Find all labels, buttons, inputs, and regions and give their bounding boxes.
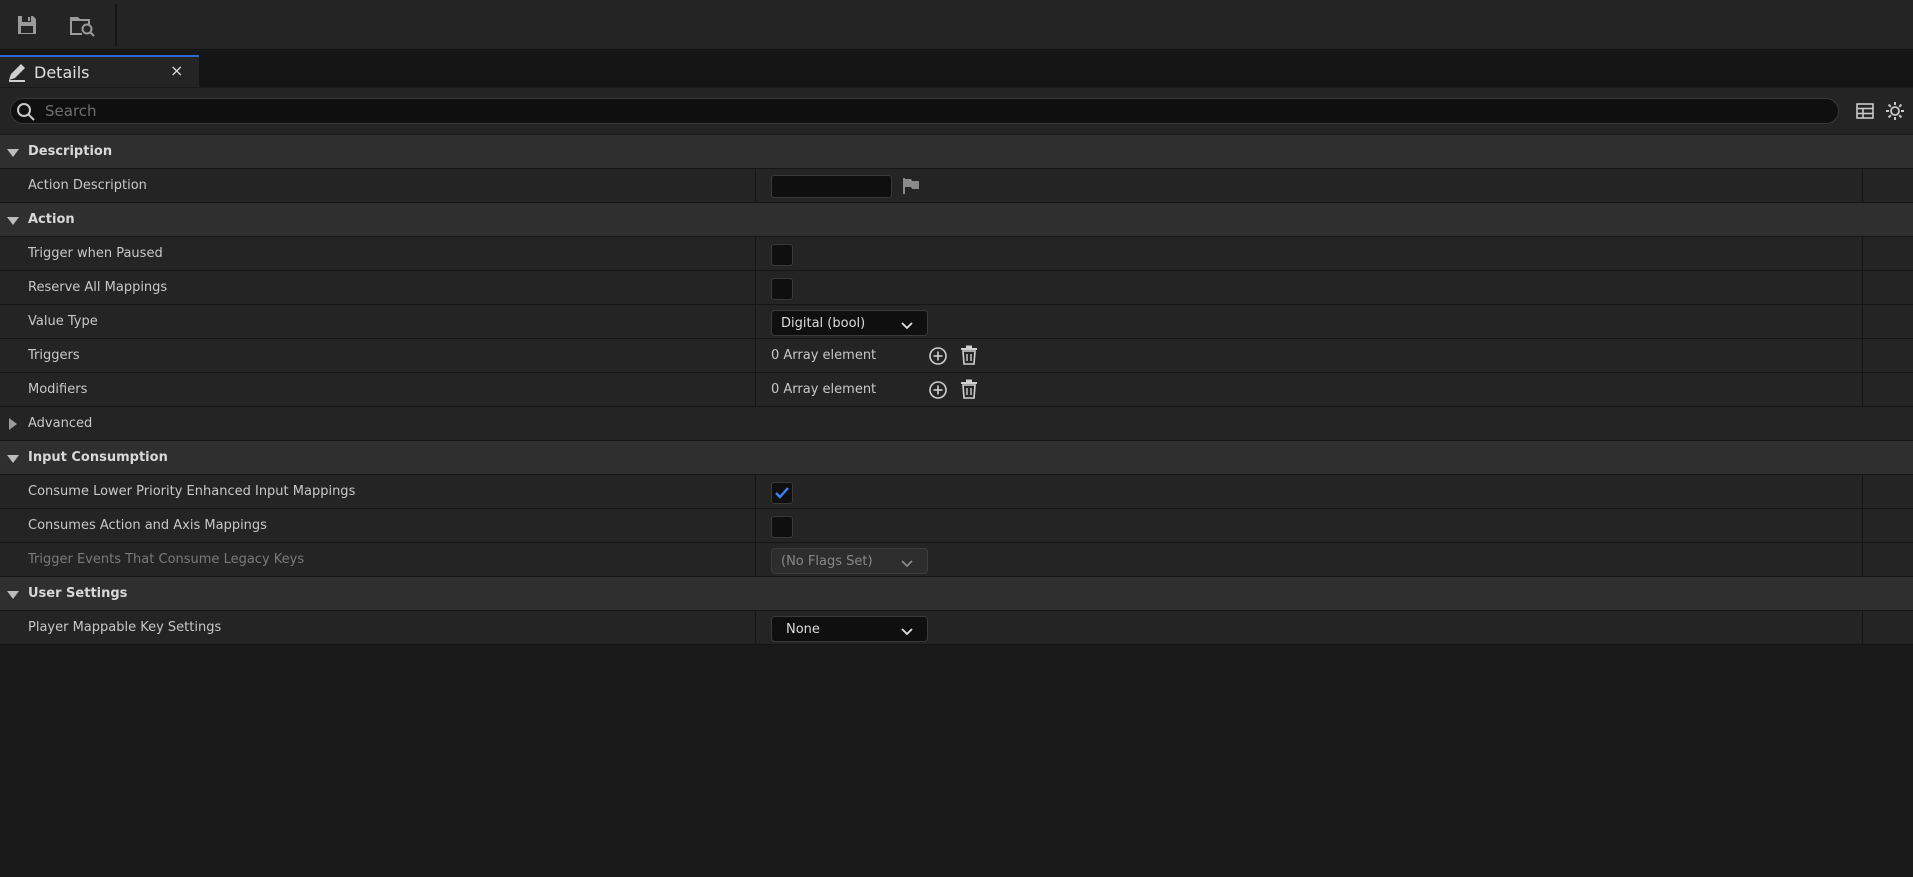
column-divider bbox=[1862, 169, 1863, 202]
advanced-expander[interactable]: Advanced bbox=[0, 407, 1913, 441]
search-bar bbox=[0, 88, 1913, 134]
property-label: Trigger when Paused bbox=[28, 246, 163, 261]
chevron-right-icon bbox=[8, 417, 18, 435]
chevron-down-icon bbox=[901, 625, 913, 640]
column-divider bbox=[1862, 373, 1863, 406]
player-mappable-key-settings-dropdown[interactable]: None bbox=[771, 616, 928, 642]
value-type-dropdown[interactable]: Digital (bool) bbox=[771, 310, 928, 336]
property-row-consumes-action-axis: Consumes Action and Axis Mappings bbox=[0, 509, 1913, 543]
property-row-reserve-all-mappings: Reserve All Mappings bbox=[0, 271, 1913, 305]
property-label: Consume Lower Priority Enhanced Input Ma… bbox=[28, 484, 356, 499]
add-element-icon[interactable] bbox=[928, 380, 948, 404]
chevron-down-icon bbox=[6, 215, 20, 230]
property-row-trigger-events-legacy: Trigger Events That Consume Legacy Keys … bbox=[0, 543, 1913, 577]
trash-icon[interactable] bbox=[960, 345, 978, 369]
column-divider bbox=[1862, 475, 1863, 508]
property-row-trigger-when-paused: Trigger when Paused bbox=[0, 237, 1913, 271]
column-divider bbox=[755, 611, 756, 644]
column-divider bbox=[755, 543, 756, 576]
category-label: User Settings bbox=[28, 586, 128, 601]
close-icon[interactable]: × bbox=[170, 61, 183, 80]
column-divider bbox=[755, 475, 756, 508]
action-description-input[interactable] bbox=[771, 175, 892, 198]
array-count: 0 Array element bbox=[771, 348, 877, 363]
dropdown-value: None bbox=[786, 622, 820, 637]
search-field[interactable] bbox=[10, 98, 1839, 124]
column-divider bbox=[755, 237, 756, 270]
property-row-triggers: Triggers 0 Array element bbox=[0, 339, 1913, 373]
search-input[interactable] bbox=[45, 100, 1825, 122]
property-row-modifiers: Modifiers 0 Array element bbox=[0, 373, 1913, 407]
tab-details[interactable]: Details × bbox=[0, 55, 199, 87]
reserve-all-mappings-checkbox[interactable] bbox=[771, 278, 793, 300]
property-label: Action Description bbox=[28, 178, 147, 193]
trash-icon[interactable] bbox=[960, 379, 978, 403]
property-label: Consumes Action and Axis Mappings bbox=[28, 518, 267, 533]
category-action[interactable]: Action bbox=[0, 203, 1913, 237]
column-divider bbox=[755, 339, 756, 372]
property-label: Modifiers bbox=[28, 382, 88, 397]
column-divider bbox=[1862, 237, 1863, 270]
chevron-down-icon bbox=[6, 147, 20, 162]
save-button[interactable] bbox=[10, 8, 44, 42]
property-row-action-description: Action Description bbox=[0, 169, 1913, 203]
column-divider bbox=[1862, 339, 1863, 372]
column-divider bbox=[1862, 611, 1863, 644]
column-divider bbox=[755, 305, 756, 338]
property-label: Reserve All Mappings bbox=[28, 280, 168, 295]
chevron-down-icon bbox=[901, 319, 913, 334]
category-user-settings[interactable]: User Settings bbox=[0, 577, 1913, 611]
settings-button[interactable] bbox=[1884, 100, 1906, 122]
tab-label: Details bbox=[34, 63, 90, 82]
property-row-consume-lower-priority: Consume Lower Priority Enhanced Input Ma… bbox=[0, 475, 1913, 509]
column-divider bbox=[1862, 543, 1863, 576]
details-panel: Description Action Description Action Tr… bbox=[0, 135, 1913, 645]
column-divider bbox=[755, 271, 756, 304]
toolbar-separator bbox=[115, 4, 117, 46]
column-divider bbox=[1862, 271, 1863, 304]
consume-lower-priority-checkbox[interactable] bbox=[771, 482, 793, 504]
chevron-down-icon bbox=[6, 453, 20, 468]
chevron-down-icon bbox=[6, 589, 20, 604]
property-label: Value Type bbox=[28, 314, 98, 329]
array-count: 0 Array element bbox=[771, 382, 877, 397]
checkmark-icon bbox=[775, 487, 789, 499]
chevron-down-icon bbox=[901, 557, 913, 572]
browse-icon bbox=[70, 17, 95, 37]
column-divider bbox=[1862, 305, 1863, 338]
property-row-player-mappable-key-settings: Player Mappable Key Settings None bbox=[0, 611, 1913, 645]
property-label: Player Mappable Key Settings bbox=[28, 620, 222, 635]
localization-flag-icon[interactable] bbox=[901, 177, 921, 199]
edit-icon bbox=[7, 63, 27, 87]
browse-button[interactable] bbox=[65, 8, 99, 42]
column-divider bbox=[1862, 509, 1863, 542]
category-label: Input Consumption bbox=[28, 450, 168, 465]
dropdown-value: (No Flags Set) bbox=[781, 554, 873, 569]
column-divider bbox=[755, 509, 756, 542]
consumes-action-axis-checkbox[interactable] bbox=[771, 516, 793, 538]
gear-icon bbox=[1886, 102, 1904, 120]
category-label: Description bbox=[28, 144, 113, 159]
dropdown-value: Digital (bool) bbox=[781, 316, 866, 331]
column-divider bbox=[755, 169, 756, 202]
trigger-events-legacy-dropdown: (No Flags Set) bbox=[771, 548, 928, 574]
add-element-icon[interactable] bbox=[928, 346, 948, 370]
search-icon bbox=[16, 102, 36, 126]
toolbar bbox=[0, 0, 1913, 50]
trigger-when-paused-checkbox[interactable] bbox=[771, 244, 793, 266]
category-input-consumption[interactable]: Input Consumption bbox=[0, 441, 1913, 475]
advanced-label: Advanced bbox=[28, 416, 93, 431]
category-description[interactable]: Description bbox=[0, 135, 1913, 169]
tab-strip: Details × bbox=[0, 51, 1913, 87]
property-matrix-button[interactable] bbox=[1854, 100, 1876, 122]
save-icon bbox=[18, 16, 36, 34]
property-label: Triggers bbox=[28, 348, 80, 363]
property-label: Trigger Events That Consume Legacy Keys bbox=[28, 552, 305, 567]
category-label: Action bbox=[28, 212, 75, 227]
column-divider bbox=[755, 373, 756, 406]
table-icon bbox=[1856, 103, 1874, 119]
property-row-value-type: Value Type Digital (bool) bbox=[0, 305, 1913, 339]
